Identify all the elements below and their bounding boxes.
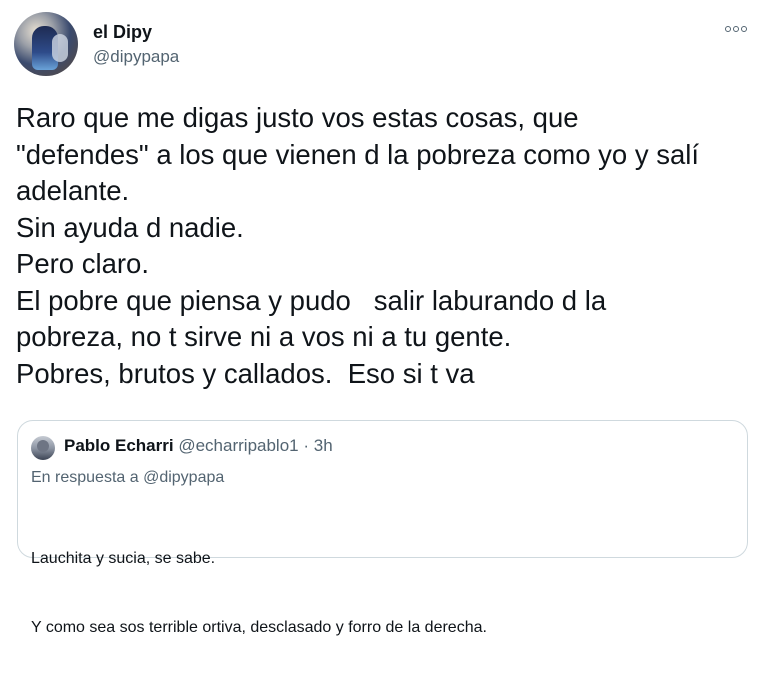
- avatar-accent: [52, 34, 68, 62]
- tweet-line: Raro que me digas justo vos estas cosas,…: [16, 102, 579, 133]
- tweet-line: adelante.: [16, 175, 130, 206]
- tweet-line: pobreza, no t sirve ni a vos ni a tu gen…: [16, 321, 512, 352]
- author-avatar[interactable]: [14, 12, 78, 76]
- tweet-text: Raro que me digas justo vos estas cosas,…: [16, 100, 756, 392]
- quoted-tweet-line: Lauchita y sucia, se sabe.: [31, 550, 216, 567]
- tweet-line: Pobres, brutos y callados. Eso si t va: [16, 357, 475, 389]
- quoted-author-handle: @echarripablo1: [178, 436, 299, 455]
- quoted-tweet-line: Y como sea sos terrible ortiva, desclasa…: [31, 619, 487, 636]
- reply-prefix: En respuesta a: [31, 469, 139, 486]
- reply-context: En respuesta a @dipypapa: [31, 469, 224, 487]
- quoted-timestamp: 3h: [313, 436, 333, 455]
- quoted-author-name: Pablo Echarri: [64, 436, 174, 455]
- reply-mention-link[interactable]: @dipypapa: [143, 469, 224, 486]
- tweet-line: Pero claro.: [16, 248, 149, 279]
- more-options-icon-dot: [741, 26, 747, 32]
- tweet-line: El pobre que piensa y pudo salir laburan…: [16, 284, 607, 316]
- author-display-name[interactable]: el Dipy: [93, 22, 152, 43]
- author-handle[interactable]: @dipypapa: [93, 47, 179, 67]
- more-options-button[interactable]: [718, 18, 754, 40]
- tweet-line: Sin ayuda d nadie.: [16, 211, 244, 243]
- more-options-icon-dot: [733, 26, 739, 32]
- quoted-tweet-card[interactable]: Pablo Echarri @echarripablo1 · 3h En res…: [17, 420, 748, 636]
- tweet-line: "defendes" a los que vienen d la pobreza…: [16, 138, 700, 170]
- quoted-separator: ·: [303, 436, 310, 455]
- profile-photo-icon: [37, 440, 49, 452]
- quoted-tweet-header: Pablo Echarri @echarripablo1 · 3h: [64, 436, 333, 456]
- quoted-tweet-text: Lauchita y sucia, se sabe. Y como sea so…: [31, 501, 487, 685]
- quoted-author-avatar: [31, 436, 55, 460]
- more-options-icon: [725, 26, 731, 32]
